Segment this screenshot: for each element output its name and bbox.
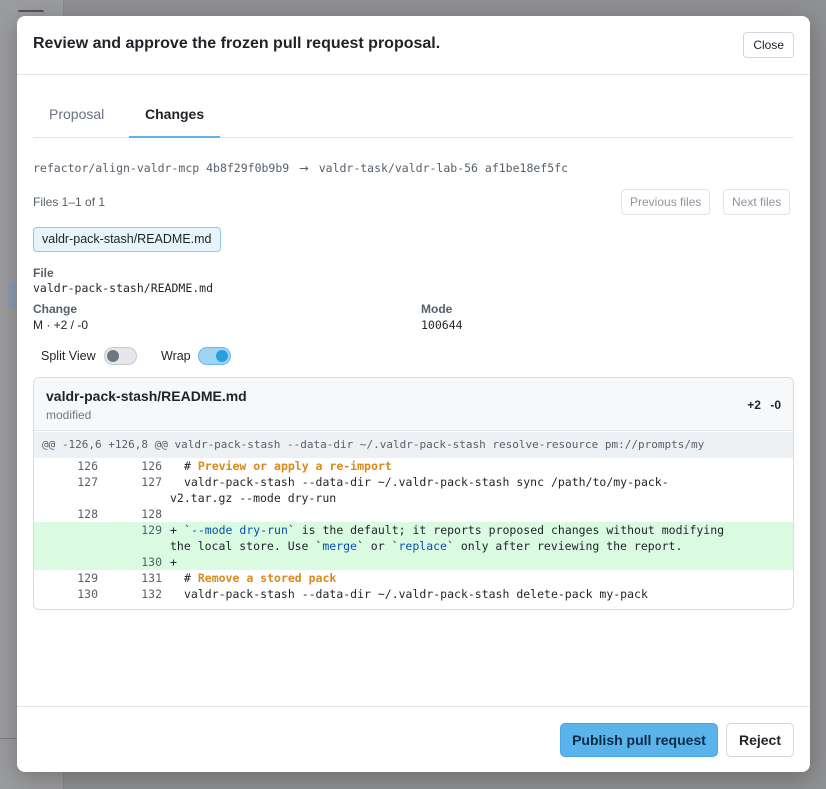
background-nav-indicator	[8, 282, 16, 308]
old-line-number: 126	[77, 459, 98, 473]
diff-card: valdr-pack-stash/README.md modified +2 -…	[33, 377, 794, 610]
code-text: ` is the default; it reports proposed ch…	[287, 523, 725, 537]
additions-count: +2	[747, 398, 761, 412]
mode-label: Mode	[421, 302, 453, 316]
mode-value: 100644	[421, 318, 463, 332]
split-view-label: Split View	[41, 349, 96, 363]
code-text: the local store. Use `	[170, 539, 323, 553]
deletions-count: -0	[770, 398, 781, 412]
target-branch: valdr-task/valdr-lab-56	[318, 161, 478, 175]
code-text: ` or `	[356, 539, 399, 553]
diff-line-added: 129 + `--mode dry-run` is the default; i…	[34, 522, 793, 554]
file-value: valdr-pack-stash/README.md	[33, 281, 214, 295]
inline-code: merge	[322, 539, 357, 553]
split-view-toggle[interactable]	[104, 347, 137, 365]
code-text: #	[184, 459, 198, 473]
line-code-wrap: v2.tar.gz --mode dry-run	[170, 491, 337, 505]
diff-file-name: valdr-pack-stash/README.md	[46, 388, 247, 404]
diff-line: 129 131 # Remove a stored pack	[34, 570, 793, 586]
old-line-number: 129	[77, 571, 98, 585]
diff-lines: 126 126 # Preview or apply a re-import 1…	[34, 458, 793, 602]
inline-code: replace	[398, 539, 447, 553]
change-value: M · +2 / -0	[33, 318, 89, 332]
new-line-number: 126	[141, 459, 162, 473]
inline-code: --mode dry-run	[190, 523, 288, 537]
diff-line: 127 127 valdr-pack-stash --data-dir ~/.v…	[34, 474, 793, 506]
reject-button[interactable]: Reject	[726, 723, 794, 757]
line-code: # Remove a stored pack	[184, 570, 784, 586]
diff-line: 128 128	[34, 506, 793, 522]
old-line-number: 128	[77, 507, 98, 521]
new-line-number: 129	[141, 523, 162, 537]
file-chip[interactable]: valdr-pack-stash/README.md	[33, 227, 221, 252]
line-code: # Preview or apply a re-import	[184, 458, 784, 474]
files-count: Files 1–1 of 1	[33, 195, 106, 209]
diff-line: 126 126 # Preview or apply a re-import	[34, 458, 793, 474]
review-modal: Review and approve the frozen pull reque…	[17, 16, 810, 772]
previous-files-button[interactable]: Previous files	[621, 189, 711, 215]
toggle-knob	[107, 350, 119, 362]
new-line-number: 130	[141, 555, 162, 569]
wrap-label: Wrap	[161, 349, 191, 363]
new-line-number: 132	[141, 587, 162, 601]
modal-header: Review and approve the frozen pull reque…	[17, 16, 810, 75]
hunk-header: @@ -126,6 +126,8 @@ valdr-pack-stash --d…	[34, 432, 793, 458]
code-text: #	[184, 571, 198, 585]
added-sign: +	[170, 555, 177, 569]
diff-file-status: modified	[46, 408, 92, 422]
code-heading: Preview or apply a re-import	[197, 459, 392, 473]
tab-changes[interactable]: Changes	[129, 98, 221, 138]
code-text: `	[184, 523, 191, 537]
source-branch: refactor/align-valdr-mcp	[33, 161, 200, 175]
old-line-number: 130	[77, 587, 98, 601]
modal-footer: Publish pull request Reject	[17, 706, 810, 772]
source-sha: 4b8f29f0b9b9	[206, 161, 290, 175]
diff-stats: +2 -0	[741, 398, 781, 412]
tab-proposal[interactable]: Proposal	[33, 98, 120, 138]
code-heading: Remove a stored pack	[197, 571, 337, 585]
added-sign: +	[170, 523, 177, 537]
arrow-right-icon: →	[299, 161, 309, 175]
wrap-toggle[interactable]	[198, 347, 231, 365]
tab-bar: Proposal Changes	[33, 98, 794, 138]
old-line-number: 127	[77, 475, 98, 489]
diff-line-added: 130 +	[34, 554, 793, 570]
line-code: valdr-pack-stash --data-dir ~/.valdr-pac…	[184, 587, 648, 601]
branch-ref-line: refactor/align-valdr-mcp 4b8f29f0b9b9 → …	[33, 161, 568, 175]
publish-pull-request-button[interactable]: Publish pull request	[560, 723, 718, 757]
line-code-wrap: the local store. Use `merge` or `replace…	[170, 538, 682, 554]
diff-line: 130 132 valdr-pack-stash --data-dir ~/.v…	[34, 586, 793, 602]
target-sha: af1be18ef5fc	[484, 161, 568, 175]
code-text: ` only after reviewing the report.	[446, 539, 683, 553]
new-line-number: 131	[141, 571, 162, 585]
next-files-button[interactable]: Next files	[723, 189, 791, 215]
file-label: File	[33, 266, 54, 280]
change-label: Change	[33, 302, 78, 316]
modal-title: Review and approve the frozen pull reque…	[33, 35, 441, 52]
close-button[interactable]: Close	[743, 32, 794, 58]
toggle-knob	[216, 350, 228, 362]
line-code: `--mode dry-run` is the default; it repo…	[184, 522, 784, 538]
line-code: valdr-pack-stash --data-dir ~/.valdr-pac…	[184, 475, 669, 489]
new-line-number: 127	[141, 475, 162, 489]
new-line-number: 128	[141, 507, 162, 521]
diff-header: valdr-pack-stash/README.md modified +2 -…	[34, 378, 793, 431]
background-logo-icon	[18, 10, 44, 14]
